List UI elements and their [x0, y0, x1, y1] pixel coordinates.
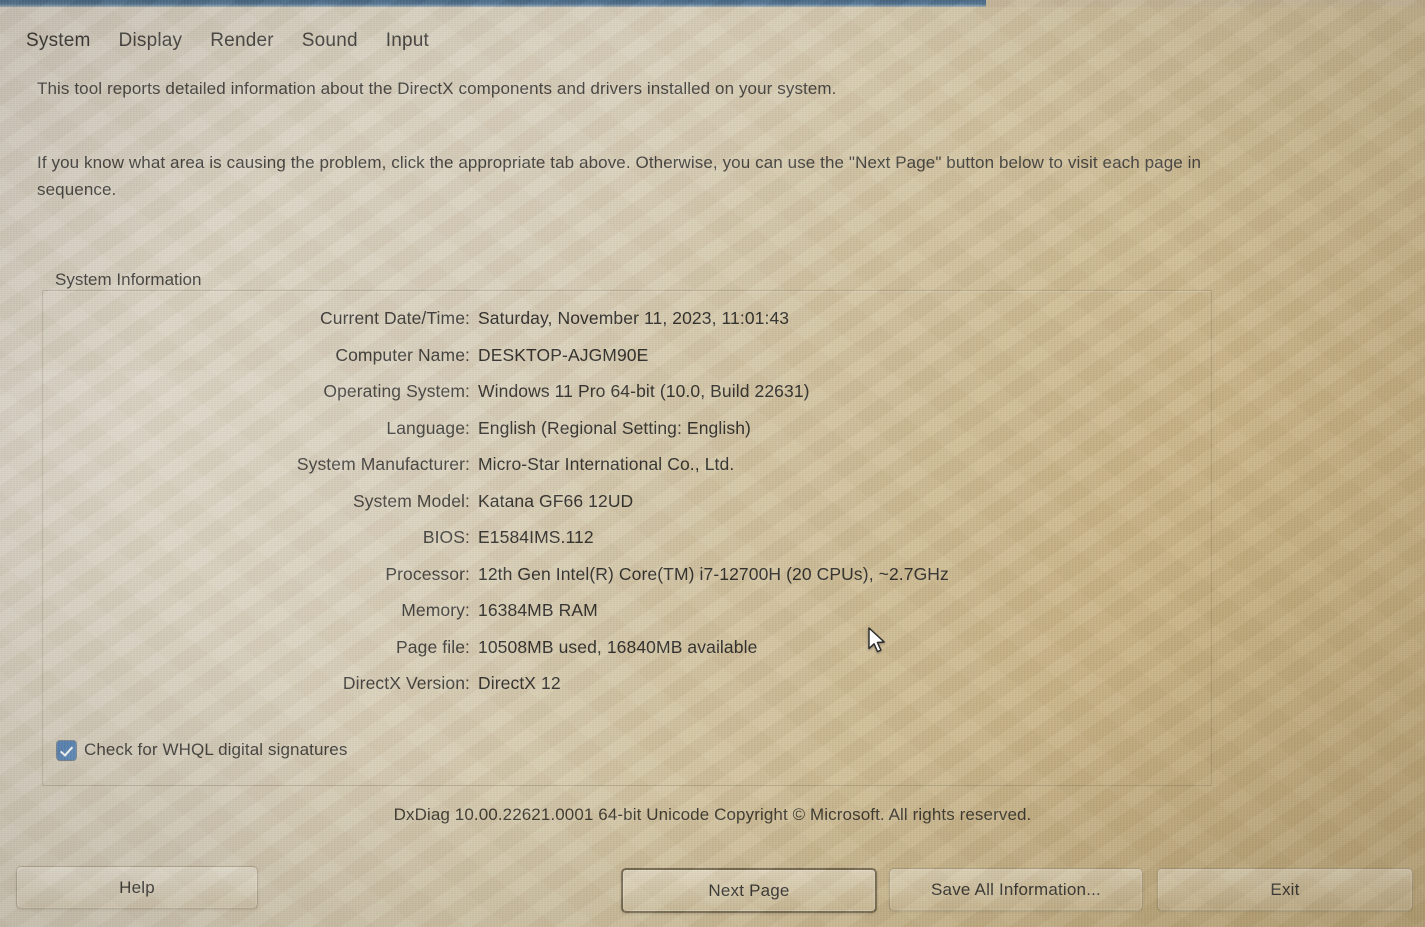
info-value: Saturday, November 11, 2023, 11:01:43: [478, 308, 790, 328]
info-row-bios: BIOS: E1584IMS.112: [0, 527, 1425, 564]
tab-display[interactable]: Display: [115, 28, 187, 54]
help-button[interactable]: Help: [16, 866, 258, 909]
info-row-system-manufacturer: System Manufacturer: Micro-Star Internat…: [0, 454, 1425, 491]
info-row-computer-name: Computer Name: DESKTOP-AJGM90E: [0, 345, 1425, 382]
tab-input[interactable]: Input: [382, 28, 433, 54]
info-label: System Manufacturer:: [296, 454, 470, 474]
info-label: Language:: [386, 417, 470, 438]
info-row-operating-system: Operating System: Windows 11 Pro 64-bit …: [0, 381, 1425, 418]
dxdiag-screenshot-photo: System Display Render Sound Input This t…: [0, 0, 1425, 927]
info-value: 16384MB RAM: [478, 600, 598, 620]
save-all-information-button[interactable]: Save All Information...: [889, 868, 1143, 911]
exit-button[interactable]: Exit: [1157, 868, 1413, 911]
intro-paragraph-2: If you know what area is causing the pro…: [37, 153, 1202, 199]
info-value: E1584IMS.112: [478, 527, 594, 547]
info-value: 10508MB used, 16840MB available: [478, 636, 758, 657]
info-label: BIOS:: [422, 527, 470, 547]
info-value: Windows 11 Pro 64-bit (10.0, Build 22631…: [478, 381, 810, 401]
info-value: Micro-Star International Co., Ltd.: [478, 454, 735, 474]
info-row-page-file: Page file: 10508MB used, 16840MB availab…: [0, 637, 1425, 674]
whql-checkbox-label[interactable]: Check for WHQL digital signatures: [84, 740, 347, 760]
system-information-legend: System Information: [55, 270, 202, 289]
next-page-button[interactable]: Next Page: [621, 868, 877, 913]
tab-sound[interactable]: Sound: [298, 28, 362, 54]
info-label: Current Date/Time:: [320, 308, 470, 328]
info-label: Processor:: [385, 563, 470, 584]
info-value: DESKTOP-AJGM90E: [478, 344, 649, 365]
info-value: English (Regional Setting: English): [478, 417, 751, 438]
info-value: DirectX 12: [478, 673, 561, 693]
info-row-processor: Processor: 12th Gen Intel(R) Core(TM) i7…: [0, 564, 1425, 601]
info-label: Computer Name:: [335, 344, 470, 365]
copyright-text: DxDiag 10.00.22621.0001 64-bit Unicode C…: [393, 805, 1032, 824]
info-label: System Model:: [352, 490, 470, 511]
info-value: 12th Gen Intel(R) Core(TM) i7-12700H (20…: [478, 563, 949, 584]
checkmark-icon[interactable]: [57, 740, 76, 760]
tab-render[interactable]: Render: [206, 28, 278, 54]
system-information-list: Current Date/Time: Saturday, November 11…: [0, 308, 1425, 710]
info-row-system-model: System Model: Katana GF66 12UD: [0, 491, 1425, 528]
info-label: Operating System:: [323, 381, 470, 401]
intro-paragraph-1: This tool reports detailed information a…: [37, 79, 837, 98]
info-row-current-date-time: Current Date/Time: Saturday, November 11…: [0, 308, 1425, 345]
info-value: Katana GF66 12UD: [478, 490, 634, 511]
info-row-memory: Memory: 16384MB RAM: [0, 600, 1425, 637]
info-label: DirectX Version:: [342, 673, 470, 693]
info-row-directx-version: DirectX Version: DirectX 12: [0, 673, 1425, 710]
info-label: Memory:: [401, 600, 470, 620]
tab-bar: System Display Render Sound Input: [22, 28, 433, 54]
whql-checkbox-row[interactable]: Check for WHQL digital signatures: [57, 740, 347, 760]
info-label: Page file:: [396, 636, 470, 657]
info-row-language: Language: English (Regional Setting: Eng…: [0, 418, 1425, 455]
dxdiag-window-content: System Display Render Sound Input This t…: [0, 0, 1425, 927]
tab-system[interactable]: System: [22, 28, 95, 54]
